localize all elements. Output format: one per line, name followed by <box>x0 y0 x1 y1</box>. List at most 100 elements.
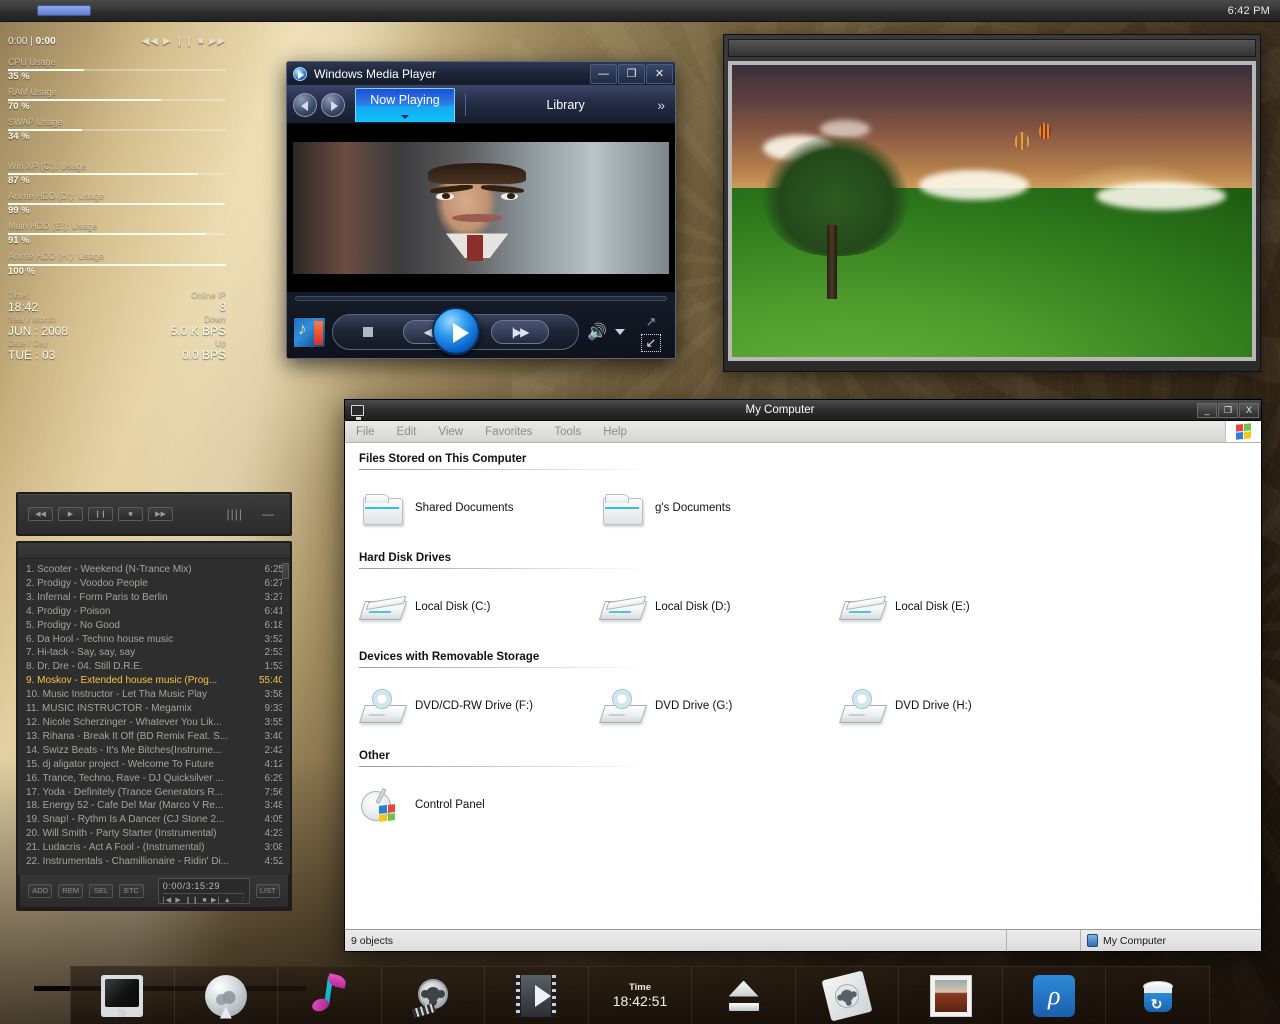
list-item[interactable]: 16. Trance, Techno, Rave - DJ Quicksilve… <box>26 772 284 786</box>
list-item[interactable]: 1. Scooter - Weekend (N-Trance Mix) 6:25 <box>26 563 284 577</box>
dock-item-browser[interactable] <box>175 967 279 1024</box>
menu-help[interactable]: Help <box>592 426 638 438</box>
next-track-button[interactable]: ▶▶ <box>148 507 173 521</box>
list-item[interactable]: 12. Nicole Scherzinger - Whatever You Li… <box>26 716 284 730</box>
image-preview-window[interactable] <box>723 34 1261 372</box>
list-item[interactable]: Local Disk (D:) <box>599 579 839 635</box>
chevron-double-right-icon[interactable]: » <box>657 97 671 113</box>
list-item[interactable]: Shared Documents <box>359 480 599 536</box>
list-item[interactable]: 13. Rihana - Break It Off (BD Remix Feat… <box>26 730 284 744</box>
audio-player-toolbar[interactable]: ◀◀ ▶ ❙❙ ■ ▶▶ |||| — <box>16 492 292 536</box>
list-item[interactable]: DVD Drive (G:) <box>599 678 839 734</box>
list-item[interactable]: 3. Infernal - Form Paris to Berlin 3:27 <box>26 591 284 605</box>
remove-button[interactable]: REM <box>58 883 83 898</box>
windows-flag-button[interactable] <box>1225 421 1261 442</box>
close-button[interactable]: ✕ <box>646 63 673 84</box>
playlist[interactable]: 1. Scooter - Weekend (N-Trance Mix) 6:25 … <box>18 559 290 873</box>
list-item[interactable]: DVD Drive (H:) <box>839 678 1079 734</box>
list-item[interactable]: 14. Swizz Beats - It's Me Bitches(Instru… <box>26 744 284 758</box>
dock-item-computer[interactable] <box>70 967 175 1024</box>
list-item[interactable]: 22. Instrumentals - Chamillionaire - Rid… <box>26 855 284 869</box>
list-item[interactable]: 21. Ludacris - Act A Fool - (Instrumenta… <box>26 841 284 855</box>
dock-item-recycle-bin[interactable]: ↻ <box>1106 967 1211 1024</box>
list-item[interactable]: 17. Yoda - Definitely (Trance Generators… <box>26 786 284 800</box>
list-item[interactable]: 8. Dr. Dre - 04. Still D.R.E. 1:53 <box>26 660 284 674</box>
list-button[interactable]: LIST <box>255 883 281 898</box>
list-item[interactable]: 6. Da Hool - Techno house music 3:52 <box>26 633 284 647</box>
list-item[interactable]: DVD/CD-RW Drive (F:) <box>359 678 599 734</box>
top-taskbar[interactable]: 6:42 PM <box>0 0 1280 22</box>
wmp-titlebar[interactable]: Windows Media Player — ❐ ✕ <box>287 62 675 86</box>
dock-item-photos[interactable] <box>899 967 1003 1024</box>
taskbar-window-button[interactable] <box>37 5 91 16</box>
forward-button[interactable] <box>321 92 345 117</box>
maximize-button[interactable]: ❐ <box>1218 402 1238 418</box>
etc-button[interactable]: ETC <box>119 883 144 898</box>
dock-item-video-editor[interactable] <box>382 967 486 1024</box>
stop-button[interactable] <box>362 327 373 337</box>
switch-to-compact-mode-icon[interactable]: ↙ <box>641 333 661 352</box>
menu-view[interactable]: View <box>427 426 474 438</box>
list-item[interactable]: Local Disk (E:) <box>839 579 1079 635</box>
list-item[interactable]: 7. Hi-tack - Say, say, say 2:53 <box>26 646 284 660</box>
seek-slider[interactable] <box>295 296 667 301</box>
play-button[interactable]: ▶ <box>58 507 83 521</box>
wmp-seek-area[interactable] <box>287 292 675 305</box>
list-item[interactable]: 5. Prodigy - No Good 6:18 <box>26 619 284 633</box>
wmp-video-surface[interactable] <box>287 124 675 292</box>
play-button[interactable] <box>431 307 480 355</box>
bottom-dock[interactable]: Time 18:42:51 ρ ↻ <box>70 966 1211 1024</box>
back-button[interactable] <box>293 92 317 117</box>
transport-pod[interactable]: ◀◀| |▶▶ <box>332 307 580 355</box>
wmp-window-buttons[interactable]: — ❐ ✕ <box>589 63 673 84</box>
wmp-corner-buttons[interactable]: ↗ ↙ <box>633 313 669 352</box>
minimize-button[interactable]: — <box>590 63 617 84</box>
my-computer-window[interactable]: My Computer _ ❐ X File Edit View Favorit… <box>344 399 1262 952</box>
dock-item-launcher[interactable]: ρ <box>1003 967 1107 1024</box>
chevron-down-icon[interactable] <box>615 329 625 335</box>
list-item[interactable]: 20. Will Smith - Party Starter (Instrume… <box>26 827 284 841</box>
menu-file[interactable]: File <box>345 426 386 438</box>
mini-transport-icons[interactable]: |◀ ▶ ❙❙ ■ ▶| ▲ <box>163 896 232 904</box>
list-item[interactable]: 2. Prodigy - Voodoo People 6:27 <box>26 577 284 591</box>
list-item[interactable]: 10. Music Instructor - Let Tha Music Pla… <box>26 688 284 702</box>
list-item[interactable]: Local Disk (C:) <box>359 579 599 635</box>
playlist-panel[interactable]: 1. Scooter - Weekend (N-Trance Mix) 6:25 … <box>16 541 292 911</box>
wmp-navigation-bar[interactable]: Now Playing Library » <box>287 86 675 124</box>
list-item[interactable]: Control Panel <box>359 777 599 833</box>
windows-media-player-window[interactable]: Windows Media Player — ❐ ✕ Now Playing L… <box>286 61 676 359</box>
list-item[interactable]: 18. Energy 52 - Cafe Del Mar (Marco V Re… <box>26 799 284 813</box>
stop-button[interactable]: ■ <box>118 507 143 521</box>
tab-now-playing[interactable]: Now Playing <box>355 87 455 122</box>
playlist-footer[interactable]: ADD REM SEL ETC 0:00/3:15:29 |◀ ▶ ❙❙ ■ ▶… <box>18 874 290 909</box>
tab-library[interactable]: Library <box>474 88 657 122</box>
minimize-button[interactable]: _ <box>1197 402 1217 418</box>
menu-favorites[interactable]: Favorites <box>474 426 543 438</box>
pause-button[interactable]: ❙❙ <box>88 507 113 521</box>
list-item[interactable]: 11. MUSIC INSTRUCTOR - Megamix 9:33 <box>26 702 284 716</box>
list-item[interactable]: 4. Prodigy - Poison 6:41 <box>26 605 284 619</box>
volume-area[interactable]: 🔊 <box>579 322 633 342</box>
mycomputer-titlebar[interactable]: My Computer _ ❐ X <box>345 400 1261 421</box>
add-button[interactable]: ADD <box>28 883 53 898</box>
audio-player-widget[interactable]: ◀◀ ▶ ❙❙ ■ ▶▶ |||| — 1. Scooter - Weekend… <box>16 492 292 911</box>
speaker-icon[interactable]: 🔊 <box>587 322 607 342</box>
playlist-scrollbar[interactable] <box>282 563 289 861</box>
maximize-button[interactable]: ❐ <box>618 63 645 84</box>
list-item[interactable]: g's Documents <box>599 480 839 536</box>
menu-tools[interactable]: Tools <box>543 426 592 438</box>
list-item[interactable]: 15. dj aligator project - Welcome To Fut… <box>26 758 284 772</box>
wmp-transport-controls[interactable]: ◀◀| |▶▶ 🔊 ↗ ↙ <box>287 305 675 358</box>
list-item-selected[interactable]: 9. Moskov - Extended house music (Prog..… <box>26 674 284 688</box>
next-button[interactable]: |▶▶ <box>490 320 549 344</box>
visualizer-icon[interactable]: |||| <box>227 507 243 521</box>
dock-item-disc[interactable] <box>796 967 900 1024</box>
mini-transport-row[interactable]: |◀ ▶ ❙❙ ■ ▶| ▲ : <box>163 896 245 904</box>
list-item[interactable]: 19. Snap! - Rythm Is A Dancer (CJ Stone … <box>26 813 284 827</box>
menu-edit[interactable]: Edit <box>386 426 428 438</box>
dock-item-eject[interactable] <box>692 967 796 1024</box>
select-button[interactable]: SEL <box>88 883 114 898</box>
previous-track-button[interactable]: ◀◀ <box>28 507 53 521</box>
switch-to-full-mode-icon[interactable]: ↗ <box>641 313 661 331</box>
preview-titlebar[interactable] <box>728 39 1256 57</box>
